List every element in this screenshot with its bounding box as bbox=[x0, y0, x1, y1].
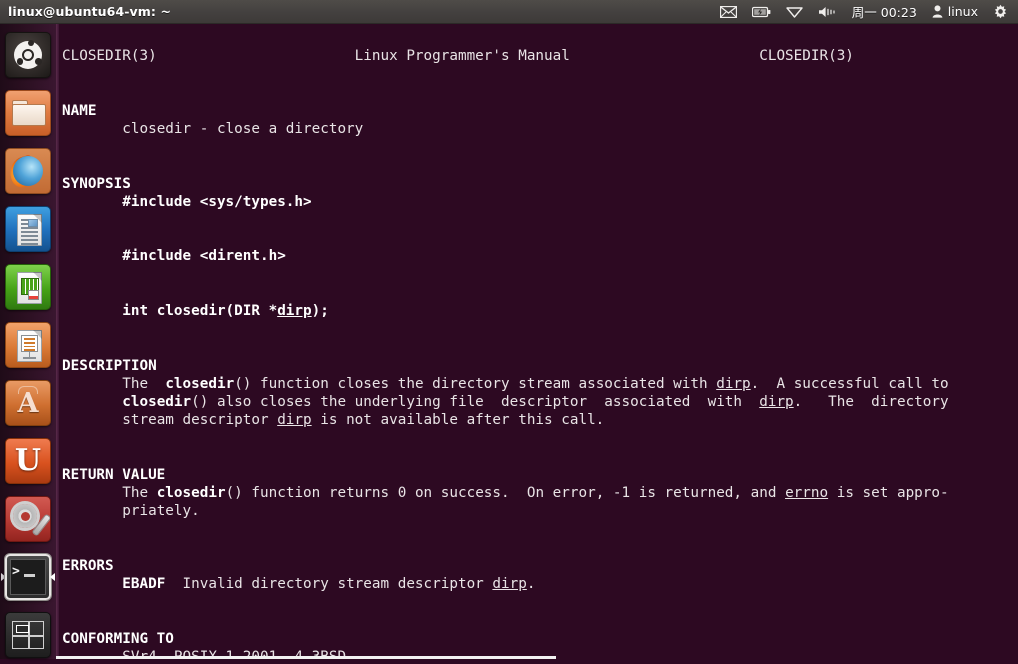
desc-p1-fn: closedir bbox=[165, 375, 235, 392]
name-body-text: closedir - close a directory bbox=[122, 121, 364, 137]
desc-p2-arg: dirp bbox=[759, 393, 794, 410]
volume-icon[interactable] bbox=[815, 0, 840, 23]
panel-indicator-area: 周一 00:23 linux bbox=[717, 0, 1018, 23]
focused-indicator-icon bbox=[50, 573, 55, 581]
section-heading-name: NAME bbox=[62, 102, 97, 119]
man-header-right: CLOSEDIR(3) bbox=[759, 48, 854, 65]
ubuntu-software-center-icon: A bbox=[5, 380, 51, 426]
synopsis-line-3: int closedir(DIR *dirp); bbox=[62, 303, 329, 319]
man-header-left: CLOSEDIR(3) bbox=[62, 48, 157, 65]
files-folder-icon bbox=[5, 90, 51, 136]
desc-p1-b: () function closes the directory stream … bbox=[234, 375, 717, 392]
desc-p3-arg: dirp bbox=[277, 412, 312, 429]
launcher-item-terminal[interactable]: > bbox=[0, 548, 56, 606]
synopsis-include-types: #include <sys/types.h> bbox=[122, 193, 312, 210]
launcher-item-libreoffice-impress[interactable] bbox=[0, 316, 56, 374]
libreoffice-impress-icon bbox=[5, 322, 51, 368]
header-gap2 bbox=[570, 48, 759, 64]
unity-launcher: A U > bbox=[0, 24, 56, 659]
launcher-item-files[interactable] bbox=[0, 84, 56, 142]
description-line-2: closedir() also closes the underlying fi… bbox=[62, 393, 949, 410]
desc-p2-fn: closedir bbox=[122, 393, 192, 410]
rv-p1-c: is set appro- bbox=[828, 484, 949, 501]
launcher-item-dash-home[interactable] bbox=[0, 26, 56, 84]
section-heading-return-value: RETURN VALUE bbox=[62, 466, 166, 483]
errors-text-a: Invalid directory stream descriptor bbox=[165, 575, 493, 592]
rv-p1-arg: errno bbox=[785, 484, 829, 501]
user-menu[interactable]: linux bbox=[929, 0, 981, 23]
return-value-line-2: priately. bbox=[62, 503, 200, 520]
launcher-item-ubuntu-one[interactable]: U bbox=[0, 432, 56, 490]
terminal-icon: > bbox=[5, 554, 51, 600]
user-avatar-icon bbox=[932, 5, 943, 18]
libreoffice-calc-icon bbox=[5, 264, 51, 310]
errors-code: EBADF bbox=[122, 575, 166, 592]
description-line-3: stream descriptor dirp is not available … bbox=[62, 412, 604, 428]
ubuntu-dash-icon bbox=[5, 32, 51, 78]
firefox-icon bbox=[5, 148, 51, 194]
messaging-envelope-icon[interactable] bbox=[717, 0, 740, 23]
system-settings-icon bbox=[5, 496, 51, 542]
rv-p1-a: The bbox=[122, 484, 157, 501]
window-title[interactable]: linux@ubuntu64-vm: ~ bbox=[8, 4, 171, 19]
return-value-line-1: The closedir() function returns 0 on suc… bbox=[62, 484, 949, 501]
section-heading-description: DESCRIPTION bbox=[62, 357, 157, 374]
synopsis-include-dirent: #include <dirent.h> bbox=[122, 248, 286, 265]
man-page-content: CLOSEDIR(3) Linux Programmer's Manual CL… bbox=[56, 24, 949, 659]
name-body-line: closedir - close a directory bbox=[62, 121, 363, 137]
clock-indicator[interactable]: 周一 00:23 bbox=[849, 0, 920, 23]
session-gear-icon[interactable] bbox=[990, 0, 1011, 23]
section-heading-conforming-to: CONFORMING TO bbox=[62, 630, 174, 647]
launcher-item-ubuntu-software-center[interactable]: A bbox=[0, 374, 56, 432]
man-header-line: CLOSEDIR(3) Linux Programmer's Manual CL… bbox=[62, 48, 854, 64]
desc-p3-b: is not available after this call. bbox=[311, 412, 605, 429]
launcher-item-system-settings[interactable] bbox=[0, 490, 56, 548]
section-heading-errors: ERRORS bbox=[62, 557, 114, 574]
network-wifi-icon[interactable] bbox=[783, 0, 806, 23]
ubuntu-one-icon: U bbox=[5, 438, 51, 484]
synopsis-line-2: #include <dirent.h> bbox=[62, 248, 286, 264]
rv-p2: priately. bbox=[122, 503, 200, 520]
errors-text-b: . bbox=[526, 575, 536, 592]
user-name-label: linux bbox=[947, 4, 978, 19]
synopsis-proto-arg: dirp bbox=[277, 302, 312, 319]
launcher-item-libreoffice-writer[interactable] bbox=[0, 200, 56, 258]
description-line-1: The closedir() function closes the direc… bbox=[62, 375, 949, 392]
synopsis-proto-suffix: ); bbox=[311, 302, 329, 319]
libreoffice-writer-icon bbox=[5, 206, 51, 252]
desc-p2-b: . The directory bbox=[793, 393, 949, 410]
synopsis-line-1: #include <sys/types.h> bbox=[62, 193, 312, 210]
synopsis-proto-prefix: int closedir(DIR * bbox=[122, 302, 278, 319]
rv-p1-fn: closedir bbox=[156, 484, 226, 501]
desc-p1-c: . A successful call to bbox=[750, 375, 949, 392]
battery-icon[interactable] bbox=[749, 0, 774, 23]
errors-line-1: EBADF Invalid directory stream descripto… bbox=[62, 576, 535, 592]
launcher-item-libreoffice-calc[interactable] bbox=[0, 258, 56, 316]
errors-text-arg: dirp bbox=[492, 575, 527, 592]
section-heading-synopsis: SYNOPSIS bbox=[62, 175, 131, 192]
launcher-item-firefox[interactable] bbox=[0, 142, 56, 200]
desc-p1-arg: dirp bbox=[716, 375, 751, 392]
header-gap1 bbox=[157, 48, 355, 64]
rv-p1-b: () function returns 0 on success. On err… bbox=[225, 484, 786, 501]
desc-p2-a: () also closes the underlying file descr… bbox=[191, 393, 760, 410]
man-header-center: Linux Programmer's Manual bbox=[354, 48, 570, 65]
desc-p3-a: stream descriptor bbox=[122, 412, 278, 429]
top-panel: linux@ubuntu64-vm: ~ 周一 00:23 linux bbox=[0, 0, 1018, 24]
desc-p1-a: The bbox=[122, 375, 166, 392]
clock-text: 周一 00:23 bbox=[851, 5, 917, 20]
workspace-switcher-icon bbox=[5, 612, 51, 658]
terminal-window[interactable]: CLOSEDIR(3) Linux Programmer's Manual CL… bbox=[56, 24, 1018, 659]
launcher-item-workspace-switcher[interactable] bbox=[0, 606, 56, 664]
